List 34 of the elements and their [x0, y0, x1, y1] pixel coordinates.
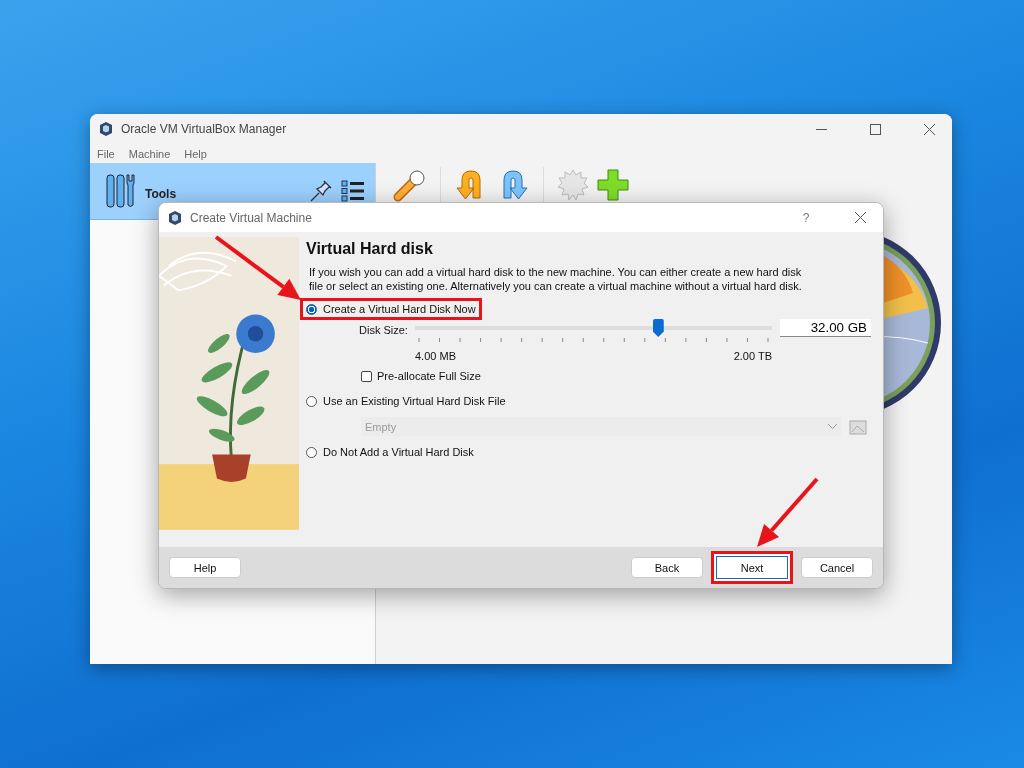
dialog-button[interactable]: Help	[169, 557, 241, 578]
cube-icon	[99, 121, 113, 137]
slider-thumb[interactable]	[652, 319, 664, 337]
disk-size-label: Disk Size:	[359, 324, 409, 336]
menu-item[interactable]: Help	[184, 147, 207, 160]
description-text: If you wish you can add a virtual hard disk to the new machine. You can either create a new hard disk file or select an existing one. Alternatively you can create a virtual machine without a virtual hard disk.	[309, 265, 803, 293]
wrench-icon[interactable]	[393, 168, 427, 202]
dialog-button[interactable]: Back	[631, 557, 703, 578]
minimize-icon[interactable]	[815, 128, 827, 130]
radio-option[interactable]: Use an Existing Virtual Hard Disk File	[300, 390, 512, 412]
menu-item[interactable]: Machine	[128, 147, 171, 160]
tools-icon	[105, 173, 137, 209]
pin-icon[interactable]	[309, 179, 333, 203]
starburst-icon[interactable]	[557, 169, 589, 201]
preallocate-checkbox[interactable]: Pre-allocate Full Size	[361, 370, 481, 382]
page-heading: Virtual Hard disk	[306, 240, 434, 258]
chevron-down-icon	[828, 424, 837, 429]
list-icon[interactable]	[341, 180, 365, 202]
close-icon[interactable]	[854, 212, 866, 223]
window-title: Oracle VM VirtualBox Manager	[121, 122, 288, 136]
help-button[interactable]: ?	[783, 210, 829, 225]
dialog-button[interactable]: Cancel	[801, 557, 873, 578]
min-size-label: 4.00 MB	[415, 350, 456, 362]
disk-size-field[interactable]: 32.00 GB	[780, 319, 871, 337]
radio-option[interactable]: Do Not Add a Virtual Hard Disk	[300, 441, 480, 463]
max-size-label: 2.00 TB	[733, 350, 772, 362]
cube-icon	[168, 209, 182, 226]
tools-label: Tools	[145, 187, 178, 201]
maximize-icon[interactable]	[869, 123, 881, 135]
arrow-drawing	[757, 477, 819, 547]
menu-item[interactable]: File	[97, 147, 115, 160]
plus-icon[interactable]	[597, 169, 629, 201]
close-icon[interactable]	[923, 123, 935, 135]
dialog-button[interactable]: Next	[711, 551, 793, 584]
